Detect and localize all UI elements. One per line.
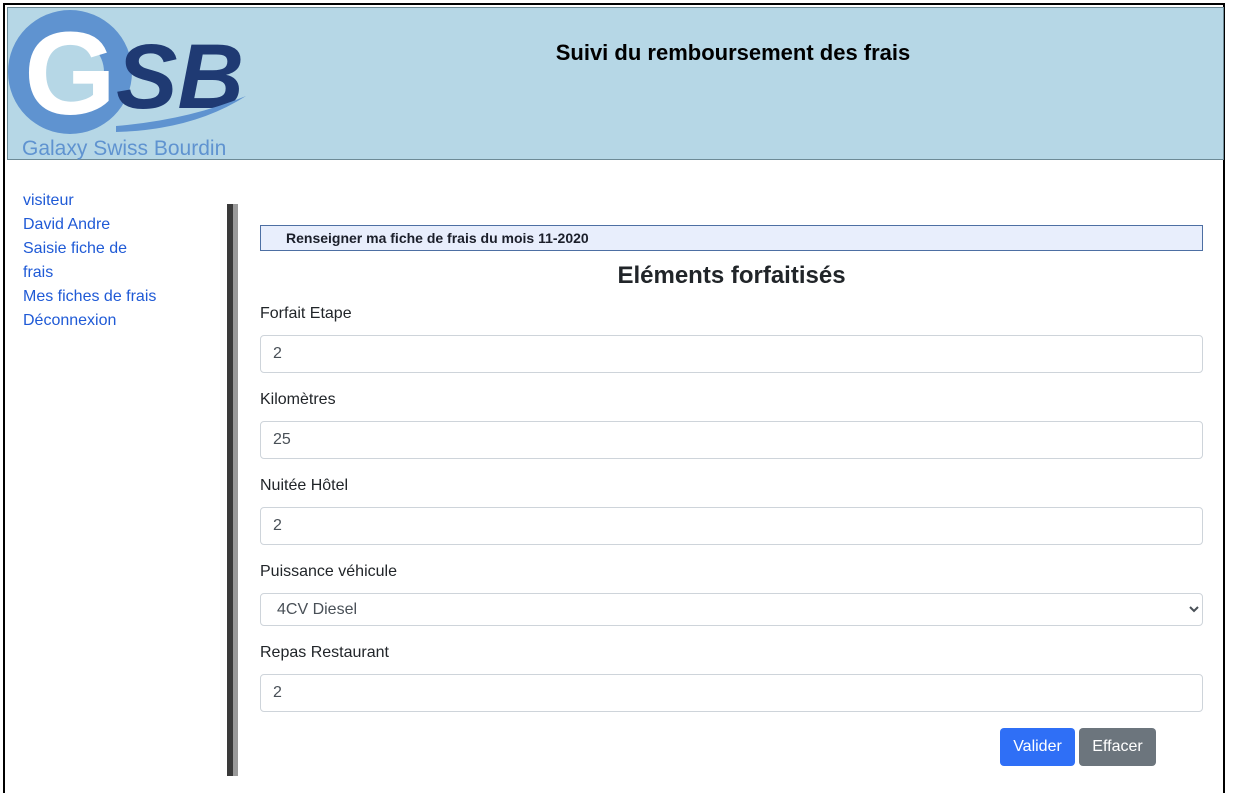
header: G SB Galaxy Swiss Bourdin Suivi du rembo… — [7, 7, 1224, 160]
sidebar-item-visiteur[interactable]: visiteur — [23, 189, 213, 213]
page-title: Suivi du remboursement des frais — [555, 40, 911, 65]
nuitee-hotel-input[interactable] — [260, 507, 1203, 545]
effacer-button[interactable]: Effacer — [1079, 728, 1156, 766]
sidebar-item-mes-fiches[interactable]: Mes fiches de frais — [23, 285, 213, 309]
month-banner: Renseigner ma fiche de frais du mois 11-… — [260, 225, 1203, 251]
repas-restaurant-input[interactable] — [260, 674, 1203, 712]
label-forfait-etape: Forfait Etape — [260, 305, 352, 322]
label-nuitee-hotel: Nuitée Hôtel — [260, 477, 349, 494]
label-kilometres: Kilomètres — [260, 391, 336, 408]
sidebar-item-user-name[interactable]: David Andre — [23, 213, 213, 237]
gsb-logo: G SB Galaxy Swiss Bourdin — [8, 8, 246, 160]
logo-initial-g: G — [24, 8, 116, 140]
sidebar-item-saisie-fiche[interactable]: Saisie fiche de — [23, 237, 213, 261]
label-puissance-vehicule: Puissance véhicule — [260, 563, 397, 580]
sidebar-item-deconnexion[interactable]: Déconnexion — [23, 309, 213, 333]
logo-initials-sb: SB — [116, 26, 244, 128]
label-repas-restaurant: Repas Restaurant — [260, 644, 389, 661]
forfait-etape-input[interactable] — [260, 335, 1203, 373]
valider-button[interactable]: Valider — [1000, 728, 1075, 766]
kilometres-input[interactable] — [260, 421, 1203, 459]
sidebar-divider — [227, 204, 238, 776]
section-title: Eléments forfaitisés — [617, 262, 846, 289]
sidebar-item-saisie-fiche-cont[interactable]: frais — [23, 261, 213, 285]
puissance-vehicule-select[interactable]: 4CV Diesel — [260, 593, 1203, 626]
sidebar-nav: visiteur David Andre Saisie fiche de fra… — [23, 189, 213, 333]
logo-company-name: Galaxy Swiss Bourdin — [22, 137, 226, 160]
